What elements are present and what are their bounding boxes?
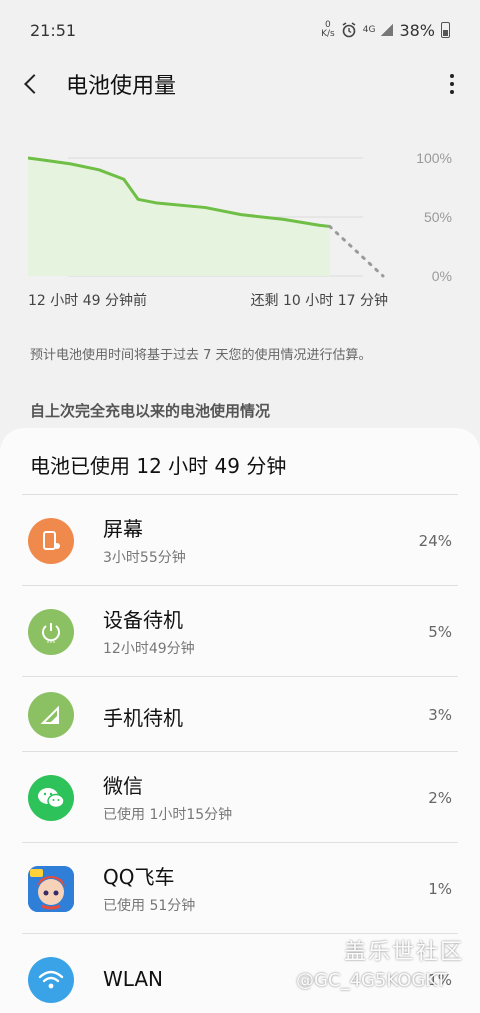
battery-percent: 38% [399,20,435,40]
usage-item-name: 设备待机 [103,608,183,632]
app-bar: 电池使用量 [0,60,480,108]
page-title: 电池使用量 [66,74,177,99]
estimate-note: 预计电池使用时间将基于过去 7 天您的使用情况进行估算。 [30,348,372,363]
usage-item-duration: 12小时49分钟 [103,641,195,657]
usage-item-percent: 1% [428,880,452,898]
usage-item-name: 微信 [103,774,143,798]
watermark-user: @GC_4G5KOGKT [296,970,447,991]
usage-item[interactable]: QQ飞车已使用 51分钟 1% [22,842,458,933]
usage-item-name: QQ飞车 [103,865,175,889]
chart-end-label: 还剩 10 小时 17 分钟 [250,293,388,309]
qq-speed-game-icon [28,866,74,912]
network-type: 4G [362,24,376,35]
usage-summary: 电池已使用 12 小时 49 分钟 [30,454,287,478]
clock: 21:51 [30,20,77,40]
usage-item-duration: 3小时55分钟 [103,550,186,566]
usage-item[interactable]: 手机待机 3% [22,676,458,751]
usage-item-duration: 已使用 51分钟 [103,898,196,914]
status-icons: 0 K/s 4G 38% [321,21,450,40]
usage-item[interactable]: 屏幕 3小时55分钟 24% [22,494,458,585]
usage-item[interactable]: 设备待机 12小时49分钟 5% [22,585,458,676]
usage-card: 电池已使用 12 小时 49 分钟 屏幕 3小时55分钟 24% 设备待机 12小时49… [0,428,480,1013]
wechat-icon [28,775,74,821]
y-tick-label: 0% [432,268,452,284]
usage-item-name: 屏幕 [103,517,143,541]
status-bar: 21:51 0 K/s 4G 38% [0,0,480,60]
usage-item-duration: 已使用 1小时15分钟 [103,807,233,823]
chart-start-label: 12 小时 49 分钟前 [28,293,147,309]
back-arrow-icon[interactable] [0,60,60,108]
chart-time-labels: 12 小时 49 分钟前 还剩 10 小时 17 分钟 [28,290,388,310]
usage-item-name: 手机待机 [103,706,183,730]
signal-icon [381,24,394,36]
signal-icon [28,692,74,738]
battery-chart: 100% 50% 0% [28,150,452,284]
power-standby-icon [28,609,74,655]
alarm-icon [342,22,356,38]
usage-item-name: WLAN [103,967,164,991]
usage-item-percent: 5% [428,623,452,641]
usage-item-percent: 24% [418,532,452,550]
wifi-icon [28,957,74,1003]
y-tick-label: 100% [416,150,452,166]
usage-item[interactable]: 微信已使用 1小时15分钟 2% [22,751,458,842]
battery-icon [441,22,450,38]
network-speed: 0 K/s [321,20,335,39]
usage-item-percent: 3% [428,706,452,724]
section-header: 自上次完全充电以来的电池使用情况 [30,402,271,420]
screen-brightness-icon [28,518,74,564]
watermark-title: 盖乐世社区 [344,940,465,965]
usage-item-percent: 2% [428,789,452,807]
y-tick-label: 50% [424,209,452,225]
battery-projection-line [328,224,385,278]
more-options-icon[interactable] [424,60,480,108]
